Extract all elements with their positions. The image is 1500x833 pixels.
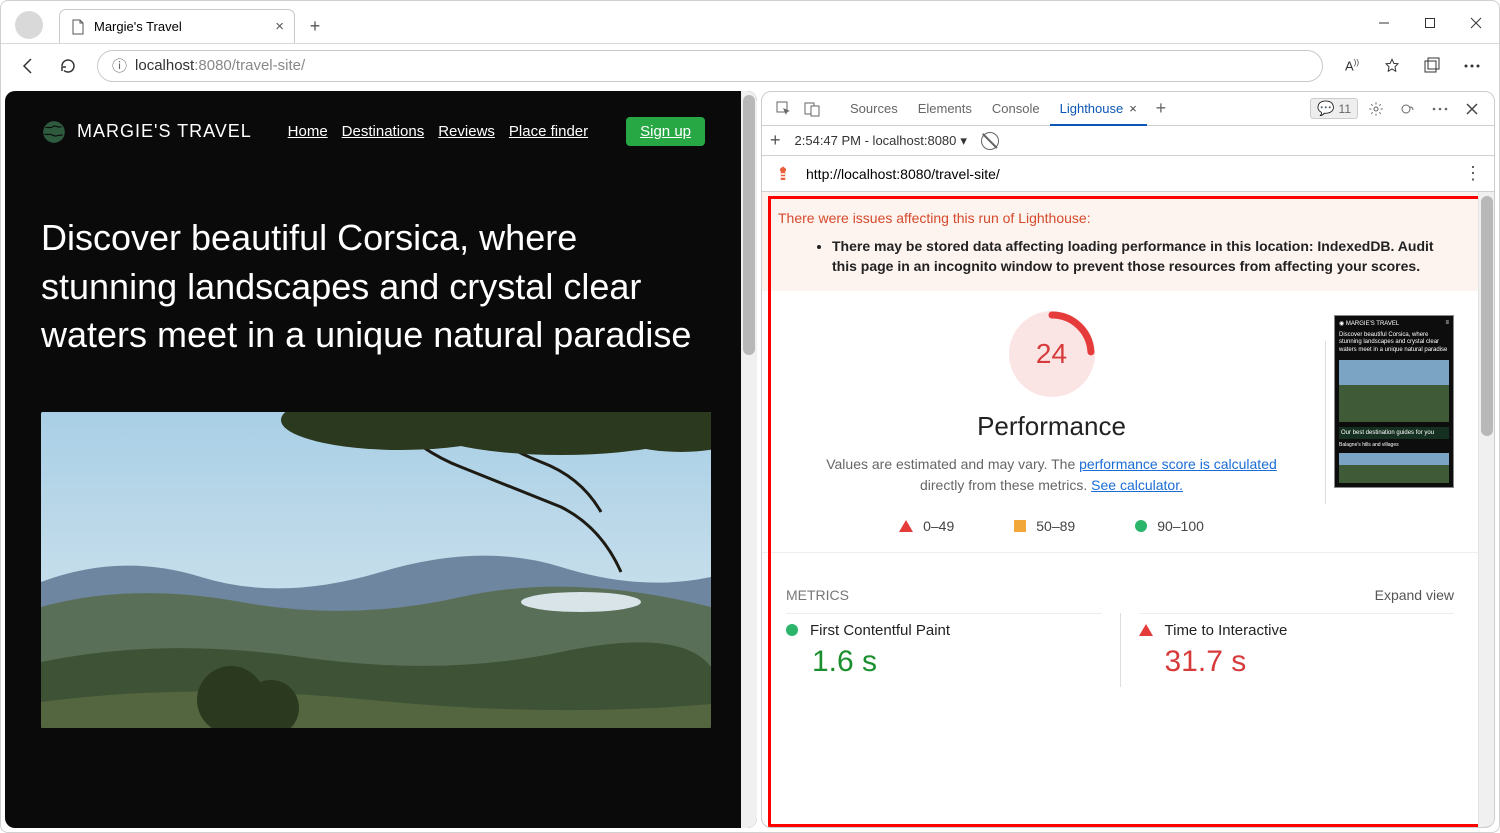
devtools-settings-icon[interactable] xyxy=(1362,95,1390,123)
report-selector[interactable]: 2:54:47 PM - localhost:8080▾ xyxy=(795,133,967,149)
tab-title: Margie's Travel xyxy=(94,19,182,34)
nav-destinations[interactable]: Destinations xyxy=(342,123,425,140)
nav-place-finder[interactable]: Place finder xyxy=(509,123,588,140)
page-viewport: MARGIE'S TRAVEL Home Destinations Review… xyxy=(5,91,757,828)
devtools-close-icon[interactable] xyxy=(1458,95,1486,123)
report-scrollbar[interactable] xyxy=(1478,192,1494,827)
dropdown-icon: ▾ xyxy=(960,133,967,149)
nav-home[interactable]: Home xyxy=(288,123,328,140)
page-scrollbar[interactable] xyxy=(741,91,757,828)
globe-icon xyxy=(41,119,67,145)
close-tab-icon[interactable]: × xyxy=(275,18,284,35)
url-port: :8080 xyxy=(194,57,232,74)
signup-button[interactable]: Sign up xyxy=(626,117,705,146)
issues-counter[interactable]: 💬11 xyxy=(1310,98,1358,119)
close-window-button[interactable] xyxy=(1453,3,1499,43)
collections-icon[interactable] xyxy=(1415,49,1449,83)
tab-lighthouse[interactable]: Lighthouse× xyxy=(1050,93,1147,126)
url-host: localhost xyxy=(135,57,194,74)
nav-reviews[interactable]: Reviews xyxy=(438,123,495,140)
close-tab-lighthouse-icon[interactable]: × xyxy=(1129,101,1137,116)
back-button[interactable] xyxy=(11,49,45,83)
tab-sources[interactable]: Sources xyxy=(840,92,908,125)
clear-reports-icon[interactable] xyxy=(981,132,999,150)
new-tab-button[interactable]: + xyxy=(301,12,329,40)
new-report-button[interactable]: + xyxy=(770,130,781,151)
brand-text: MARGIE'S TRAVEL xyxy=(77,121,252,142)
tab-console[interactable]: Console xyxy=(982,92,1050,125)
inspect-element-icon[interactable] xyxy=(770,95,798,123)
maximize-button[interactable] xyxy=(1407,3,1453,43)
url-path: /travel-site/ xyxy=(232,57,305,74)
report-menu-icon[interactable]: ⋮ xyxy=(1464,163,1482,184)
chat-icon: 💬 xyxy=(1317,100,1334,117)
read-aloud-icon[interactable]: A)) xyxy=(1335,49,1369,83)
feedback-icon[interactable] xyxy=(1394,95,1422,123)
browser-tab-active[interactable]: Margie's Travel × xyxy=(59,9,295,43)
device-toggle-icon[interactable] xyxy=(798,95,826,123)
lighthouse-icon xyxy=(774,165,792,183)
site-info-icon[interactable]: ⓘ xyxy=(112,55,127,76)
favorite-icon[interactable] xyxy=(1375,49,1409,83)
minimize-button[interactable] xyxy=(1361,3,1407,43)
site-logo[interactable]: MARGIE'S TRAVEL xyxy=(41,119,252,145)
hero-heading: Discover beautiful Corsica, where stunni… xyxy=(41,214,705,360)
highlight-frame xyxy=(768,196,1490,827)
settings-menu-icon[interactable] xyxy=(1455,49,1489,83)
refresh-button[interactable] xyxy=(51,49,85,83)
audited-url: http://localhost:8080/travel-site/ xyxy=(806,166,1000,182)
hero-image xyxy=(41,412,711,728)
address-bar[interactable]: ⓘ localhost:8080/travel-site/ xyxy=(97,50,1323,82)
page-icon xyxy=(70,19,86,35)
devtools-menu-icon[interactable] xyxy=(1426,95,1454,123)
tab-elements[interactable]: Elements xyxy=(908,92,982,125)
devtools-panel: Sources Elements Console Lighthouse× + 💬… xyxy=(761,91,1495,828)
more-tabs-icon[interactable]: + xyxy=(1147,95,1175,123)
profile-avatar[interactable] xyxy=(15,11,43,39)
